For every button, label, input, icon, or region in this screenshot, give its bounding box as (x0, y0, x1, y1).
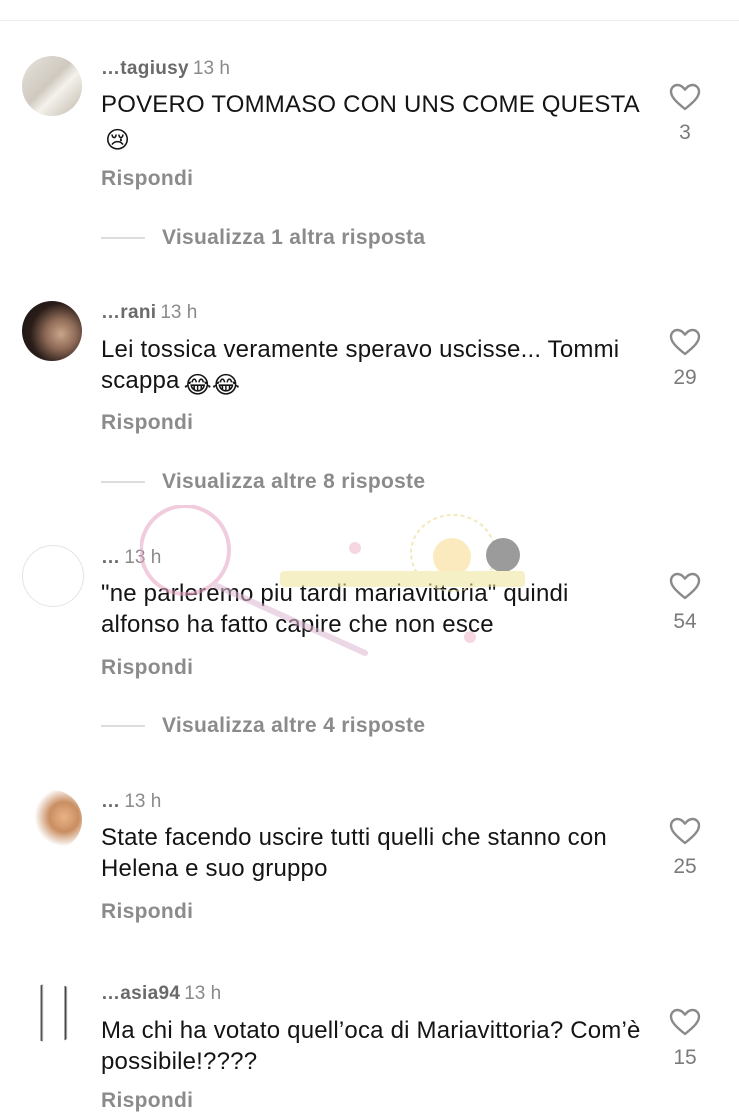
avatar[interactable] (22, 983, 82, 1043)
like-count: 3 (679, 121, 691, 144)
top-divider (0, 20, 739, 21)
like-button[interactable]: 29 (664, 328, 706, 390)
comment-text: State facendo uscire tutti quelli che st… (101, 824, 607, 882)
reply-button[interactable]: Rispondi (101, 411, 193, 435)
username[interactable]: … (101, 791, 120, 812)
reply-button[interactable]: Rispondi (101, 656, 193, 680)
heart-outline-icon (669, 572, 701, 600)
timestamp: 13 h (184, 983, 222, 1004)
like-button[interactable]: 25 (664, 817, 706, 879)
replies-divider (101, 237, 145, 239)
avatar[interactable] (22, 545, 84, 607)
timestamp: 13 h (124, 547, 162, 568)
avatar[interactable] (22, 56, 82, 116)
comment-text: "ne parleremo piu tardi mariavittoria" q… (101, 580, 569, 638)
view-replies-button[interactable]: Visualizza 1 altra risposta (101, 226, 425, 250)
like-button[interactable]: 54 (664, 572, 706, 634)
avatar[interactable] (22, 301, 82, 361)
username[interactable]: … (101, 547, 120, 568)
like-count: 15 (673, 1046, 697, 1069)
heart-outline-icon (669, 817, 701, 845)
reply-button[interactable]: Rispondi (101, 1089, 193, 1113)
comment-text: Lei tossica veramente speravo uscisse...… (101, 334, 641, 401)
comment-body: POVERO TOMMASO CON UNS COME QUESTA (101, 91, 640, 118)
view-replies-label: Visualizza altre 4 risposte (162, 714, 426, 737)
comment-text: Ma chi ha votato quell’oca di Mariavitto… (101, 1017, 641, 1075)
like-count: 54 (673, 610, 697, 633)
comment-body: Lei tossica veramente speravo uscisse...… (101, 336, 620, 394)
heart-outline-icon (669, 328, 701, 356)
view-replies-button[interactable]: Visualizza altre 4 risposte (101, 714, 425, 738)
reply-button[interactable]: Rispondi (101, 167, 193, 191)
comment-meta: … 13 h (101, 791, 161, 813)
heart-outline-icon (669, 83, 701, 111)
comment-meta: …rani 13 h (101, 302, 197, 324)
reply-button[interactable]: Rispondi (101, 900, 193, 924)
avatar[interactable] (22, 790, 82, 850)
tears-of-joy-emoji: 😂😂 (183, 372, 241, 399)
comment-text: POVERO TOMMASO CON UNS COME QUESTA 😢 (101, 89, 641, 156)
heart-outline-icon (669, 1008, 701, 1036)
username[interactable]: …asia94 (101, 983, 180, 1004)
replies-divider (101, 481, 145, 483)
username[interactable]: …rani (101, 302, 156, 323)
comment-meta: … 13 h (101, 547, 161, 569)
crying-face-emoji: 😢 (105, 127, 131, 154)
like-count: 29 (673, 366, 697, 389)
like-count: 25 (673, 855, 697, 878)
view-replies-button[interactable]: Visualizza altre 8 risposte (101, 470, 425, 494)
view-replies-label: Visualizza 1 altra risposta (162, 226, 426, 249)
username[interactable]: …tagiusy (101, 58, 189, 79)
timestamp: 13 h (124, 791, 162, 812)
replies-divider (101, 725, 145, 727)
comment-meta: …asia94 13 h (101, 983, 221, 1005)
timestamp: 13 h (192, 58, 230, 79)
timestamp: 13 h (160, 302, 198, 323)
view-replies-label: Visualizza altre 8 risposte (162, 470, 426, 493)
like-button[interactable]: 3 (664, 83, 706, 145)
like-button[interactable]: 15 (664, 1008, 706, 1070)
comment-meta: …tagiusy 13 h (101, 58, 230, 80)
